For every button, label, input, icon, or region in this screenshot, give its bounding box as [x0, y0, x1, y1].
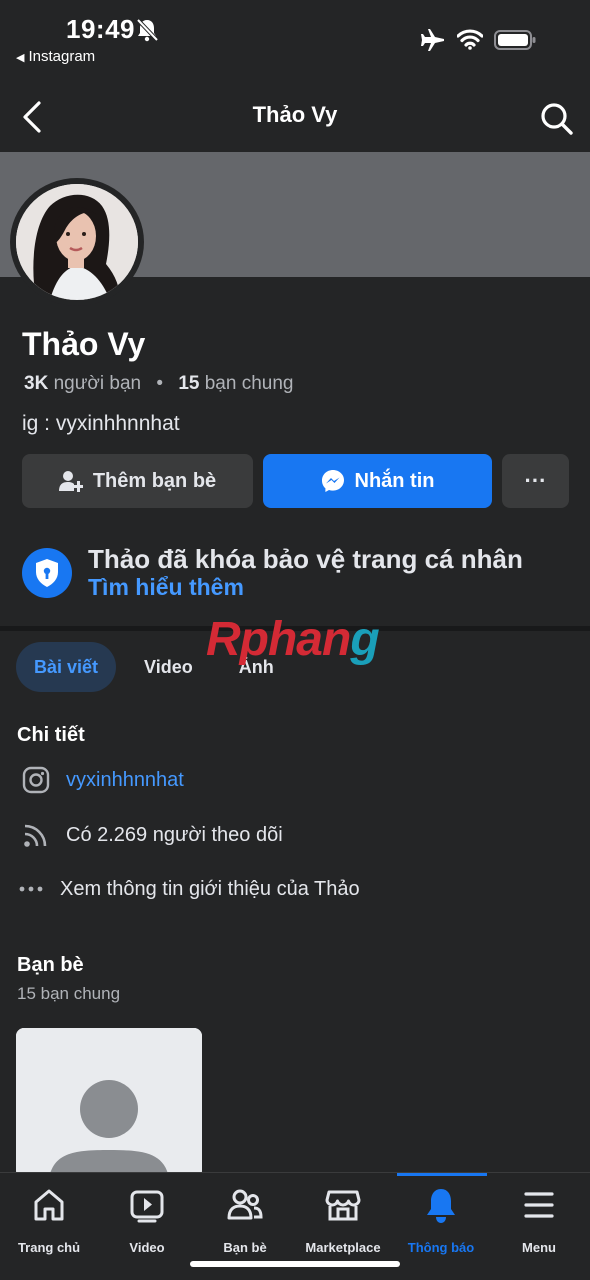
menu-icon: [524, 1192, 554, 1218]
friends-count: 3K: [24, 373, 49, 394]
friends-icon: [227, 1189, 263, 1220]
nav-menu[interactable]: Menu: [490, 1185, 588, 1255]
home-icon: [34, 1189, 64, 1221]
search-icon[interactable]: [540, 102, 574, 136]
mutual-count: 15: [178, 373, 200, 394]
more-horizontal-icon: [16, 873, 46, 905]
avatar-photo: [16, 184, 138, 300]
detail-see-about[interactable]: Xem thông tin giới thiệu của Thảo: [16, 869, 360, 909]
back-to-app-link[interactable]: ◀ Instagram: [16, 48, 95, 65]
active-tab-indicator: [397, 1173, 487, 1176]
friends-subtitle: 15 bạn chung: [17, 984, 121, 1003]
more-options-button[interactable]: ···: [502, 454, 569, 508]
profile-header: Thảo Vy: [0, 80, 590, 152]
profile-bio: ig : vyxinhhnnhat: [22, 412, 180, 435]
friends-label[interactable]: người bạn: [54, 373, 142, 394]
detail-instagram[interactable]: vyxinhhnnhat: [20, 760, 184, 800]
default-avatar-icon: [16, 1028, 202, 1178]
instagram-icon: [20, 764, 52, 796]
profile-lock-notice: Thảo đã khóa bảo vệ trang cá nhân Tìm hi…: [22, 540, 582, 610]
wifi-icon: [457, 29, 483, 50]
friend-card[interactable]: [16, 1028, 202, 1178]
profile-avatar[interactable]: [10, 178, 144, 306]
tab-video[interactable]: Video: [126, 642, 211, 692]
friends-title: Bạn bè: [17, 954, 84, 976]
mutual-label[interactable]: bạn chung: [205, 373, 294, 394]
nav-notifications[interactable]: Thông báo: [392, 1185, 490, 1255]
add-friend-icon: [58, 471, 83, 492]
home-indicator[interactable]: [190, 1261, 400, 1267]
status-bar: 19:49 ◀ Instagram: [0, 0, 590, 76]
nav-home[interactable]: Trang chủ: [0, 1185, 98, 1255]
battery-icon: [494, 30, 536, 50]
shield-lock-icon: [22, 548, 72, 598]
profile-name: Thảo Vy: [22, 326, 146, 362]
more-dots-icon: ···: [524, 468, 547, 493]
details-title: Chi tiết: [17, 724, 85, 746]
tab-posts[interactable]: Bài viết: [16, 642, 117, 692]
learn-more-link[interactable]: Tìm hiểu thêm: [88, 574, 244, 601]
airplane-mode-icon: [421, 29, 444, 51]
friend-stats: 3K người bạn • 15 bạn chung: [24, 373, 293, 395]
marketplace-icon: [325, 1190, 361, 1221]
back-triangle-icon: ◀: [16, 52, 25, 64]
watermark-logo: Rphang: [206, 613, 380, 666]
lock-notice-text: Thảo đã khóa bảo vệ trang cá nhân: [88, 544, 523, 574]
nav-video[interactable]: Video: [98, 1185, 196, 1255]
nav-marketplace[interactable]: Marketplace: [294, 1185, 392, 1255]
page-title: Thảo Vy: [252, 102, 338, 127]
detail-followers: Có 2.269 người theo dõi: [20, 815, 283, 855]
messenger-icon: [321, 470, 344, 492]
bell-muted-icon: [136, 18, 158, 42]
nav-friends[interactable]: Bạn bè: [196, 1185, 294, 1255]
rss-followers-icon: [20, 819, 52, 851]
add-friend-button[interactable]: Thêm bạn bè: [22, 454, 253, 508]
video-icon: [130, 1190, 164, 1223]
separator-dot: •: [156, 373, 164, 394]
message-button[interactable]: Nhắn tin: [263, 454, 492, 508]
bell-icon: [427, 1189, 455, 1223]
status-time: 19:49: [66, 14, 135, 44]
